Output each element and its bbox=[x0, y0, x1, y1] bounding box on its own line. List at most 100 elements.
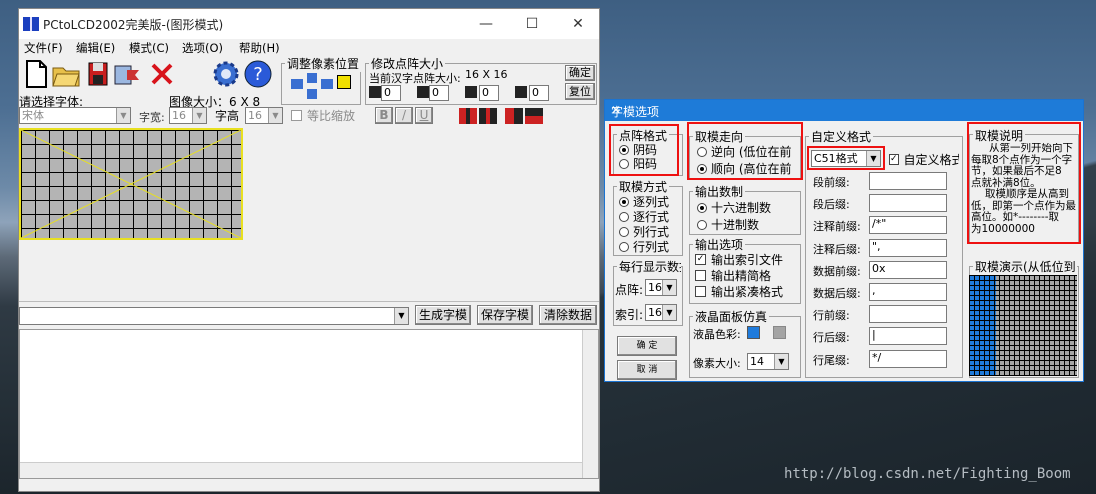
save-data-button[interactable]: 保存字模 bbox=[477, 305, 533, 325]
char-height-label: 字高 bbox=[215, 109, 240, 123]
new-file-icon[interactable] bbox=[21, 59, 51, 89]
custom-field-input[interactable]: , bbox=[869, 283, 947, 301]
lcd-on-color-swatch[interactable] bbox=[747, 326, 760, 339]
shift-up-icon[interactable] bbox=[307, 73, 317, 83]
dot-count-select[interactable]: 16 ▼ bbox=[645, 279, 677, 296]
custom-field-label: 段后缀: bbox=[813, 198, 850, 212]
custom-field-label: 行后缀: bbox=[813, 331, 850, 345]
custom-field-input[interactable]: 0x bbox=[869, 260, 947, 279]
dialog-ok-button[interactable]: 确 定 bbox=[617, 336, 677, 356]
radio-hex[interactable]: 十六进制数 bbox=[697, 199, 771, 216]
dot-matrix-canvas[interactable] bbox=[19, 128, 243, 240]
lcd-off-color-swatch[interactable] bbox=[773, 326, 786, 339]
lcd-sim-label: 液晶面板仿真 bbox=[693, 308, 770, 325]
resize-confirm-button[interactable]: 确定 bbox=[565, 65, 595, 81]
size-input-4[interactable]: 0 bbox=[529, 85, 549, 101]
dialog-close-button[interactable]: ✕ bbox=[611, 103, 1075, 117]
flip-vertical-icon[interactable] bbox=[525, 108, 543, 124]
dot-count-label: 点阵: bbox=[615, 283, 644, 297]
menu-options[interactable]: 选项(O) bbox=[182, 40, 223, 56]
checkbox-box bbox=[291, 110, 302, 121]
dialog-title-bar[interactable]: 字模选项 ✕ bbox=[605, 100, 1083, 121]
radio-dot bbox=[619, 241, 629, 252]
proportional-checkbox[interactable]: 等比缩放 bbox=[291, 107, 355, 124]
highlight-box-description bbox=[967, 122, 1081, 244]
menu-mode[interactable]: 模式(C) bbox=[129, 40, 169, 56]
menu-file[interactable]: 文件(F) bbox=[24, 40, 63, 56]
radio-decimal-label: 十进制数 bbox=[711, 218, 760, 232]
delete-x-icon[interactable] bbox=[147, 59, 177, 89]
custom-format-label: 自定义格式 bbox=[809, 128, 874, 145]
check-tight-format-label: 输出紧凑格式 bbox=[711, 285, 784, 299]
italic-button[interactable]: / bbox=[395, 107, 413, 124]
maximize-button[interactable]: ☐ bbox=[519, 13, 545, 35]
check-compact-format[interactable]: 输出精简格 bbox=[695, 267, 799, 284]
highlight-box-format bbox=[807, 146, 885, 170]
settings-gear-icon[interactable] bbox=[211, 59, 241, 89]
shift-left-icon[interactable] bbox=[291, 79, 303, 89]
horizontal-scrollbar[interactable] bbox=[20, 462, 582, 478]
clear-button[interactable]: 清除数据 bbox=[539, 305, 597, 325]
rotate-left-icon[interactable] bbox=[459, 108, 477, 124]
close-button[interactable]: ✕ bbox=[565, 13, 591, 35]
check-index-file-label: 输出索引文件 bbox=[711, 253, 784, 267]
size-input-2[interactable]: 0 bbox=[429, 85, 449, 101]
font-options-dialog: 字模选项 ✕ 点阵格式 阴码 阳码 取模方式 逐列式 逐行式 列行式 行列式 每… bbox=[604, 99, 1084, 382]
check-index-file[interactable]: ✓ 输出索引文件 bbox=[695, 251, 799, 268]
custom-format-checkbox[interactable]: ✓ 自定义格式 bbox=[889, 151, 959, 168]
radio-dot bbox=[697, 219, 707, 230]
vertical-scrollbar[interactable] bbox=[582, 330, 598, 478]
minimize-button[interactable]: — bbox=[473, 13, 499, 35]
font-select[interactable]: 宋体 ▼ bbox=[19, 107, 131, 124]
adjust-pixel-label: 调整像素位置 bbox=[285, 55, 362, 72]
size-input-3[interactable]: 0 bbox=[479, 85, 499, 101]
custom-field-label: 数据后缀: bbox=[813, 287, 861, 300]
index-count-select[interactable]: 16 ▼ bbox=[645, 304, 677, 321]
bold-button[interactable]: B bbox=[375, 107, 393, 124]
title-bar[interactable]: PCtoLCD2002完美版-(图形模式) — ☐ ✕ bbox=[19, 9, 599, 39]
data-combo[interactable]: ▼ bbox=[19, 307, 409, 325]
watermark: http://blog.csdn.net/Fighting_Boom bbox=[784, 466, 1071, 482]
shift-right-icon[interactable] bbox=[321, 79, 333, 89]
center-icon[interactable] bbox=[337, 75, 351, 89]
char-width-select[interactable]: 16 ▼ bbox=[169, 107, 207, 124]
chevron-down-icon: ▼ bbox=[268, 108, 282, 123]
custom-field-label: 行尾缀: bbox=[813, 353, 850, 367]
radio-decimal[interactable]: 十进制数 bbox=[697, 216, 759, 233]
custom-field-input[interactable]: | bbox=[869, 327, 947, 346]
font-select-value: 宋体 bbox=[22, 109, 44, 122]
demo-preview-grid bbox=[969, 275, 1077, 376]
svg-text:?: ? bbox=[253, 64, 263, 85]
radio-dot bbox=[619, 211, 629, 222]
save-disk-icon[interactable] bbox=[83, 59, 113, 89]
menu-help[interactable]: 帮助(H) bbox=[239, 40, 280, 56]
index-count-value: 16 bbox=[648, 306, 662, 319]
custom-field-input[interactable]: ", bbox=[869, 238, 947, 257]
highlight-box-direction bbox=[687, 122, 803, 180]
underline-button[interactable]: U bbox=[415, 107, 433, 124]
divider bbox=[19, 301, 599, 302]
custom-field-input[interactable] bbox=[869, 172, 947, 190]
radio-row-column[interactable]: 行列式 bbox=[619, 238, 669, 255]
char-height-select[interactable]: 16 ▼ bbox=[245, 107, 283, 124]
shift-down-icon[interactable] bbox=[307, 89, 317, 99]
custom-field-input[interactable] bbox=[869, 194, 947, 213]
dialog-cancel-button[interactable]: 取 消 bbox=[617, 360, 677, 380]
radio-dot bbox=[619, 196, 629, 207]
output-textarea[interactable] bbox=[19, 329, 599, 479]
chevron-down-icon: ▼ bbox=[192, 108, 206, 123]
custom-field-input[interactable]: /*" bbox=[869, 216, 947, 235]
check-tight-format[interactable]: 输出紧凑格式 bbox=[695, 283, 799, 300]
custom-field-input[interactable] bbox=[869, 305, 947, 324]
generate-button[interactable]: 生成字模 bbox=[415, 305, 471, 325]
flip-horizontal-icon[interactable] bbox=[505, 108, 523, 124]
menu-edit[interactable]: 编辑(E) bbox=[76, 40, 115, 56]
pixel-size-select[interactable]: 14 ▼ bbox=[747, 353, 789, 370]
rotate-right-icon[interactable] bbox=[479, 108, 497, 124]
open-folder-icon[interactable] bbox=[51, 59, 81, 89]
size-input-1[interactable]: 0 bbox=[381, 85, 401, 101]
help-icon[interactable]: ? bbox=[243, 59, 273, 89]
custom-field-input[interactable]: */ bbox=[869, 349, 947, 368]
export-icon[interactable] bbox=[113, 59, 143, 89]
resize-reset-button[interactable]: 复位 bbox=[565, 83, 595, 100]
